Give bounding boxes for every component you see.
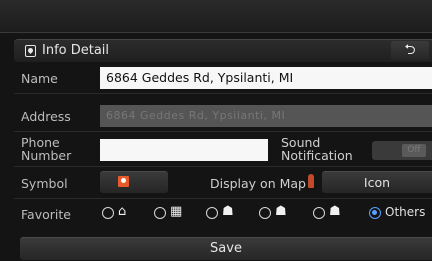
sound-notification-toggle[interactable]: Off — [372, 141, 432, 160]
toggle-state: Off — [402, 144, 426, 157]
favorite-radio-home[interactable] — [102, 207, 114, 219]
page-title: Info Detail — [42, 43, 110, 58]
map-pin-icon — [308, 174, 314, 188]
address-field: 6864 Geddes Rd, Ypsilanti, MI — [100, 105, 432, 127]
symbol-button[interactable] — [100, 171, 168, 193]
symbol-label: Symbol — [21, 176, 68, 191]
favorite-radio-person-2[interactable] — [259, 207, 271, 219]
divider — [14, 166, 432, 167]
phone-number-field[interactable] — [100, 139, 268, 161]
symbol-marker-icon — [118, 176, 129, 187]
top-status-strip — [0, 0, 432, 33]
phone-label-line2: Number — [21, 148, 72, 163]
info-detail-header: Info Detail ⮌ — [14, 39, 432, 62]
office-icon: ▦ — [170, 204, 183, 219]
display-on-map-label: Display on Map — [210, 176, 306, 191]
sound-label-line2: Notification — [281, 148, 353, 163]
person-icon-3: ☗ — [329, 204, 341, 219]
person-icon-1: ☗ — [222, 204, 234, 219]
divider — [14, 93, 432, 94]
name-label: Name — [21, 71, 58, 86]
favorite-radio-person-3[interactable] — [313, 207, 325, 219]
save-button[interactable]: Save — [20, 237, 432, 260]
favorite-radio-others[interactable] — [369, 207, 381, 219]
divider — [14, 198, 432, 199]
location-info-icon — [25, 45, 36, 57]
divider — [14, 131, 432, 132]
address-label: Address — [21, 109, 71, 124]
home-icon: ⌂ — [118, 204, 127, 219]
person-icon-2: ☗ — [275, 204, 287, 219]
display-on-map-button[interactable]: Icon — [322, 171, 432, 193]
favorite-radio-person-1[interactable] — [206, 207, 218, 219]
favorite-radio-office[interactable] — [154, 207, 166, 219]
back-button[interactable]: ⮌ — [391, 41, 429, 60]
favorite-others-label: Others — [385, 205, 426, 219]
favorite-label: Favorite — [21, 207, 71, 222]
name-field[interactable]: 6864 Geddes Rd, Ypsilanti, MI — [100, 67, 432, 89]
